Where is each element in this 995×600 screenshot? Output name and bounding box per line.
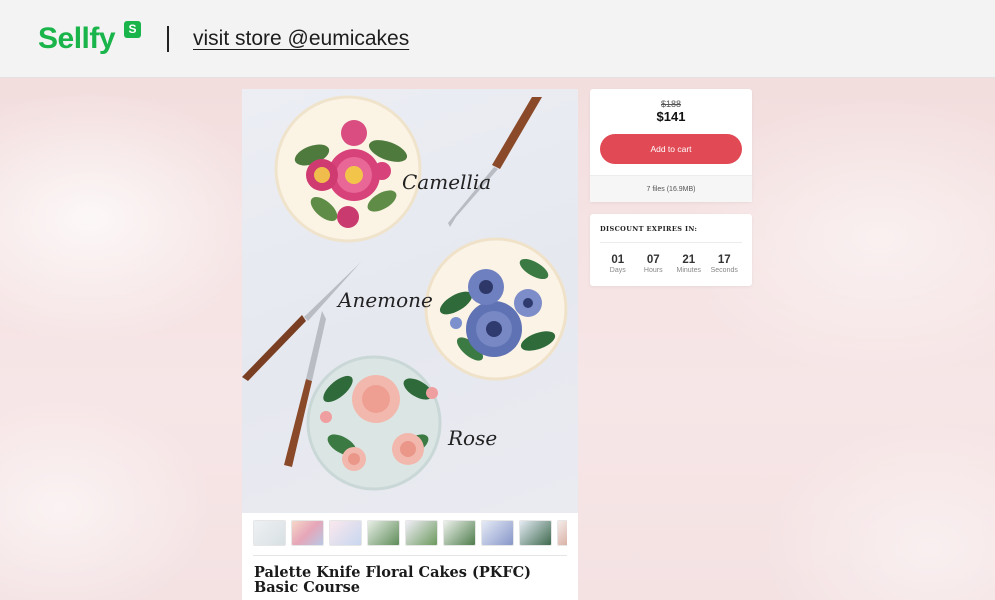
countdown-label: Hours [643,267,663,274]
discount-title: DISCOUNT EXPIRES IN: [600,225,698,233]
countdown-hours: 07 Hours [636,254,672,276]
product-title: Palette Knife Floral Cakes (PKFC) Basic … [254,564,532,596]
rose-label: Rose [447,426,497,450]
anemone-label: Anemone [336,288,433,312]
countdown-seconds: 17 Seconds [707,254,743,276]
price-card: $188 $141 Add to cart 7 files (16.9MB) [590,89,752,202]
discount-divider [600,242,742,243]
camellia-label: Camellia [402,170,491,194]
top-header: Sellfy S visit store @eumicakes [0,0,995,78]
thumbnail[interactable] [253,520,286,546]
countdown-value: 07 [646,254,660,266]
countdown-label: Minutes [676,267,701,274]
countdown-value: 01 [611,254,625,266]
camellia-cake [274,95,422,243]
palette-knife-top [448,97,542,227]
countdown-minutes: 21 Minutes [671,254,707,276]
sellfy-logo[interactable]: Sellfy [38,22,116,56]
countdown-label: Days [609,267,626,274]
original-price: $188 [660,99,682,109]
sellfy-logo-badge-icon: S [124,21,141,38]
thumbnail[interactable] [405,520,438,546]
thumbnail-divider [253,555,567,556]
product-card: Camellia Anemone Rose Palette Knife Flor… [242,89,578,600]
discounted-price: $141 [656,109,686,124]
product-hero-image[interactable]: Camellia Anemone Rose [242,89,578,513]
thumbnail[interactable] [291,520,324,546]
rose-cake [306,355,442,491]
countdown-value: 21 [682,254,696,266]
thumbnail[interactable] [481,520,514,546]
floral-cakes-illustration: Camellia Anemone Rose [242,95,568,491]
discount-card: DISCOUNT EXPIRES IN: 01 Days 07 Hours 21… [590,214,752,286]
thumbnail[interactable] [443,520,476,546]
add-to-cart-button[interactable]: Add to cart [600,134,742,164]
visit-store-link[interactable]: visit store @eumicakes [193,27,409,51]
thumbnail[interactable] [519,520,552,546]
countdown-label: Seconds [710,267,738,274]
thumbnail-strip [253,520,567,546]
thumbnail[interactable] [367,520,400,546]
countdown-days: 01 Days [600,254,636,276]
countdown-value: 17 [717,254,731,266]
files-info: 7 files (16.9MB) [590,175,752,202]
countdown-timer: 01 Days 07 Hours 21 Minutes 17 Seconds [600,254,742,276]
header-divider [167,26,169,52]
thumbnail[interactable] [557,520,567,546]
anemone-cake [424,237,568,381]
thumbnail[interactable] [329,520,362,546]
